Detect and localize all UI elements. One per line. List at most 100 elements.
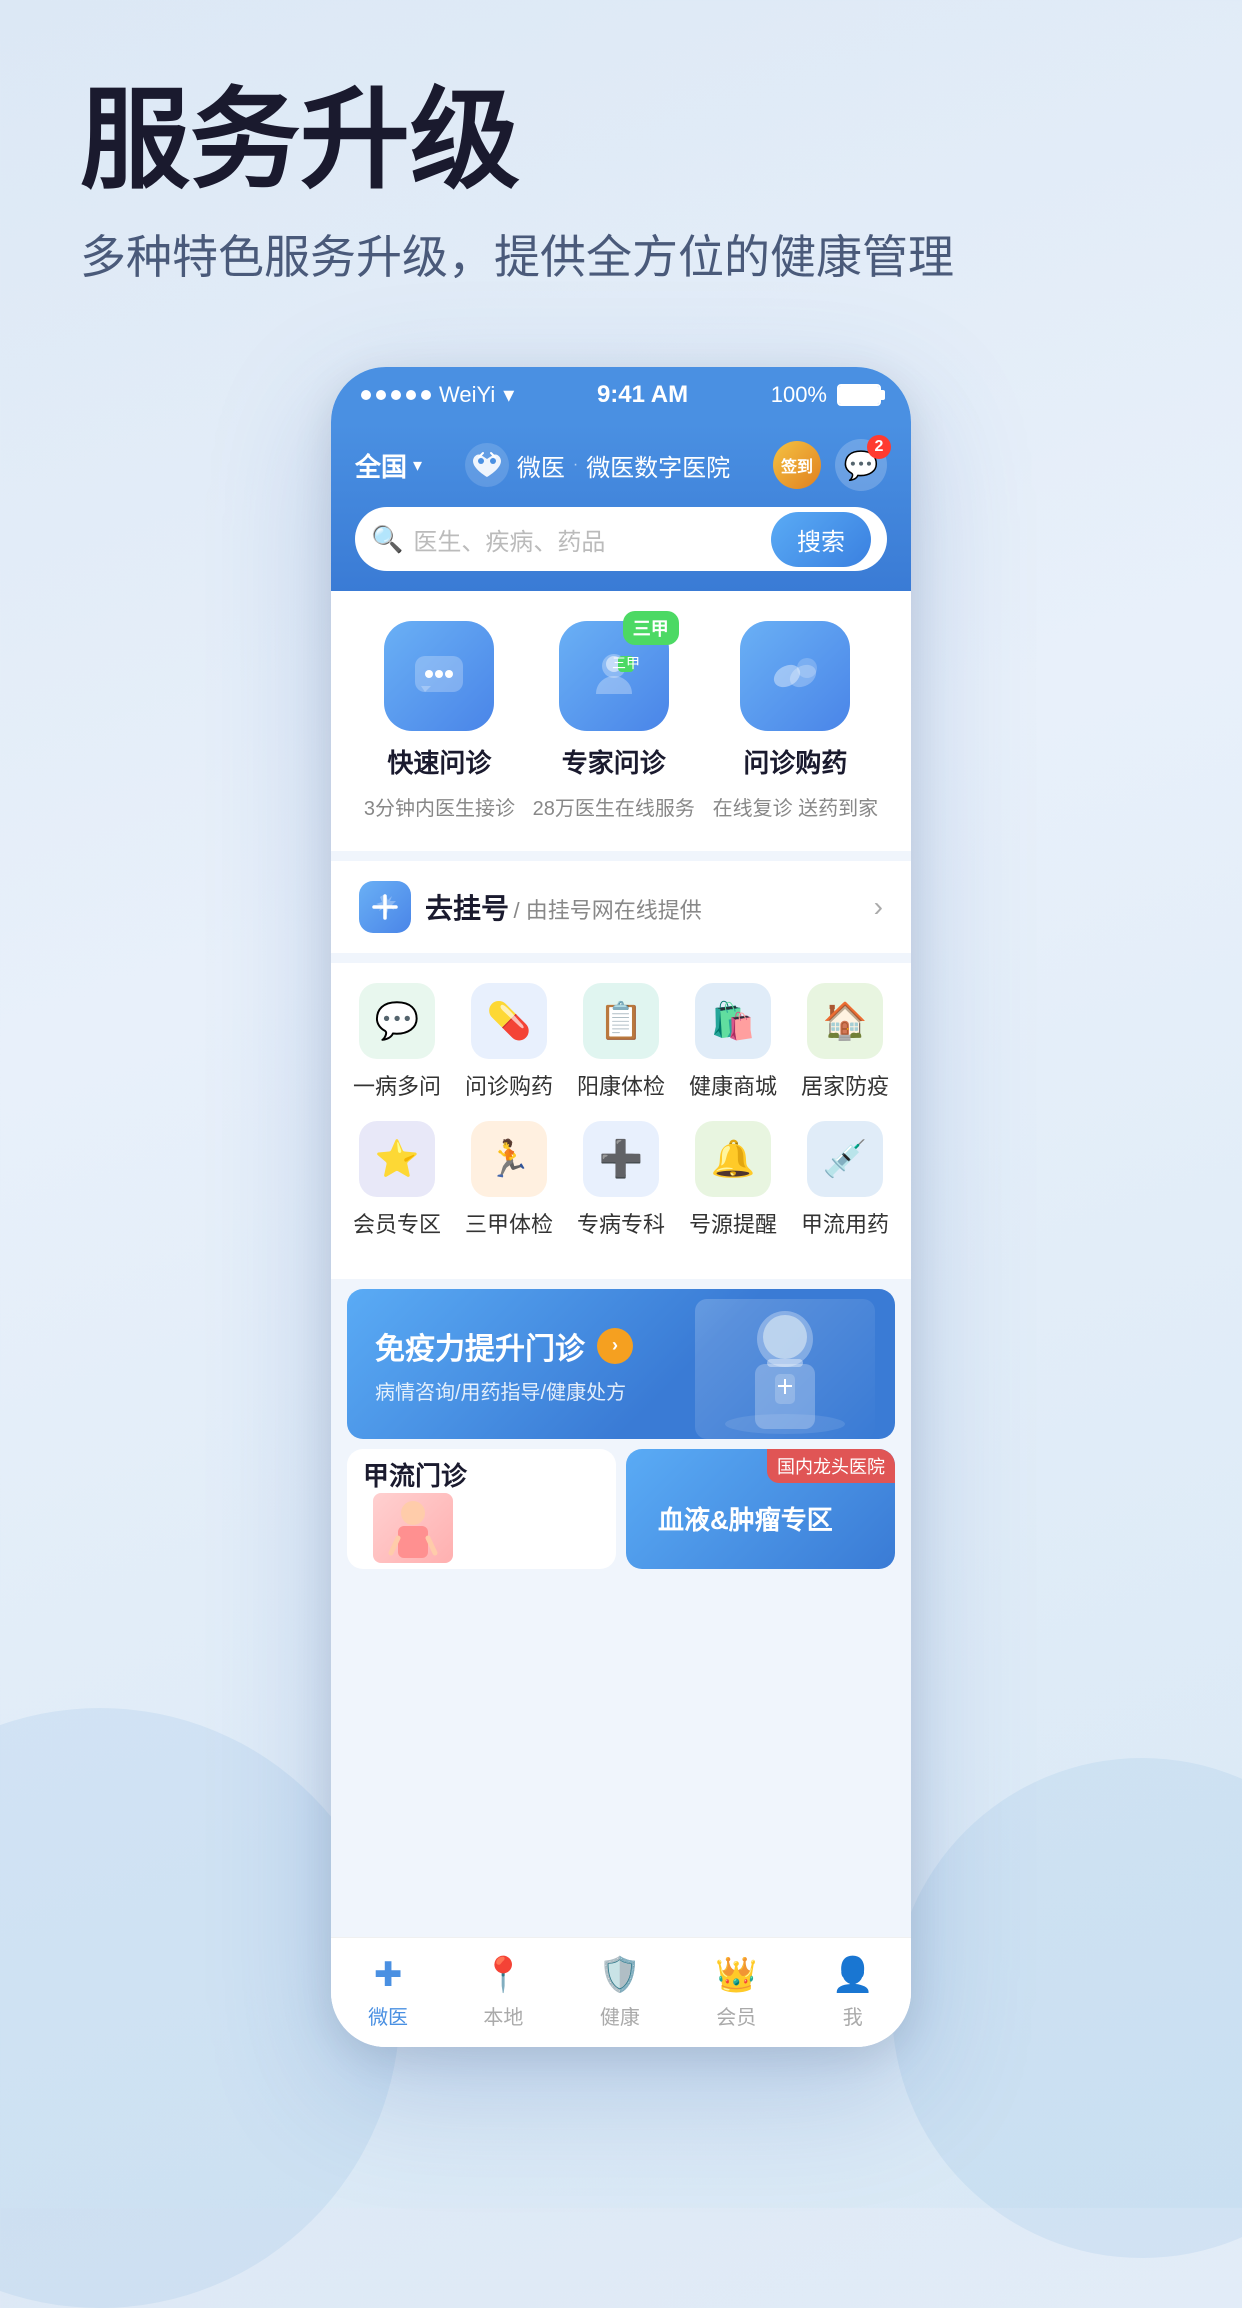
nav-item-local[interactable]: 📍 本地: [482, 1955, 524, 2030]
health-nav-icon: 🛡️: [599, 1955, 641, 1995]
message-button[interactable]: 💬 2: [835, 439, 887, 491]
local-nav-icon: 📍: [482, 1955, 524, 1995]
blood-tumor-title: 血液&肿瘤专区: [642, 1484, 849, 1553]
menu-item-multi-consult[interactable]: 💬 一病多问: [341, 983, 453, 1101]
location-arrow-icon: ▾: [413, 455, 422, 476]
logo-divider: ·: [573, 456, 578, 474]
signin-coin: 签到: [773, 441, 821, 489]
menu-item-health-check[interactable]: 📋 阳康体检: [565, 983, 677, 1101]
reg-title: 去挂号: [425, 893, 509, 924]
promo-image: [695, 1299, 875, 1439]
reg-icon: [359, 881, 411, 933]
menu-item-slot-reminder[interactable]: 🔔 号源提醒: [677, 1121, 789, 1239]
reg-arrow-icon: ›: [874, 891, 883, 923]
multi-consult-label: 一病多问: [353, 1069, 441, 1101]
home-nav-icon: ✚: [374, 1955, 403, 1995]
menu-item-grade-check[interactable]: 🏃 三甲体检: [453, 1121, 565, 1239]
quick-consult-icon: [384, 621, 494, 731]
nav-item-member[interactable]: 👑 会员: [715, 1955, 757, 2030]
battery-percent: 100%: [771, 382, 827, 408]
pill-icon-svg: [767, 648, 823, 704]
signal-dot: [421, 390, 431, 400]
header-right: 签到 💬 2: [773, 439, 887, 491]
local-nav-label: 本地: [483, 2001, 523, 2030]
search-button[interactable]: 搜索: [771, 512, 871, 567]
bottom-nav: ✚ 微医 📍 本地 🛡️ 健康 👑 会员 👤 我: [331, 1937, 911, 2047]
multi-consult-icon: 💬: [359, 983, 435, 1059]
flu-medicine-icon: 💉: [807, 1121, 883, 1197]
expert-consult-name: 专家问诊: [562, 743, 666, 780]
consult-drug-icon: 💊: [471, 983, 547, 1059]
pharmacy-name: 问诊购药: [743, 743, 847, 780]
quick-consult-desc: 3分钟内医生接诊: [364, 792, 515, 821]
search-placeholder: 医生、疾病、药品: [413, 522, 771, 557]
promo-left: 免疫力提升门诊 › 病情咨询/用药指导/健康处方: [375, 1324, 633, 1405]
flu-image: [373, 1493, 453, 1563]
signal-dot: [376, 390, 386, 400]
service-expert-consult[interactable]: 三甲 三甲 专家问诊 28万医生在线服务: [533, 621, 695, 821]
promo-arrow-btn: ›: [597, 1328, 633, 1364]
signal-dot: [361, 390, 371, 400]
registration-banner[interactable]: 去挂号 / 由挂号网在线提供 ›: [331, 861, 911, 953]
menu-item-consult-drug[interactable]: 💊 问诊购药: [453, 983, 565, 1101]
signin-button[interactable]: 签到: [773, 441, 821, 489]
scrollable-content: 快速问诊 3分钟内医生接诊 三甲: [331, 591, 911, 1937]
me-nav-icon: 👤: [832, 1955, 874, 1995]
service-icon-wrap-3: [740, 621, 850, 731]
card-blood-tumor[interactable]: 血液&肿瘤专区 国内龙头医院: [626, 1449, 895, 1569]
search-bar[interactable]: 🔍 医生、疾病、药品 搜索: [355, 507, 887, 571]
menu-item-vip[interactable]: ⭐ 会员专区: [341, 1121, 453, 1239]
menu-item-home-prevention[interactable]: 🏠 居家防疫: [789, 983, 901, 1101]
signal-dot: [391, 390, 401, 400]
doctor-icon-svg: 三甲: [586, 648, 642, 704]
phone-screen: WeiYi ▾ 9:41 AM 100% 全国: [331, 367, 911, 2047]
header-top: 全国 ▾ 微医: [355, 439, 887, 491]
battery-fill: [839, 386, 879, 404]
promo-banner[interactable]: 免疫力提升门诊 › 病情咨询/用药指导/健康处方: [347, 1289, 895, 1439]
vip-label: 会员专区: [353, 1207, 441, 1239]
consult-drug-label: 问诊购药: [465, 1069, 553, 1101]
pharmacy-icon: [740, 621, 850, 731]
grade-check-label: 三甲体检: [465, 1207, 553, 1239]
phone-frame: WeiYi ▾ 9:41 AM 100% 全国: [331, 367, 911, 2047]
service-quick-consult[interactable]: 快速问诊 3分钟内医生接诊: [364, 621, 515, 821]
status-time: 9:41 AM: [597, 381, 688, 409]
message-badge: 2: [867, 435, 891, 459]
menu-item-specialist[interactable]: ➕ 专病专科: [565, 1121, 677, 1239]
page-header: 服务升级 多种特色服务升级，提供全方位的健康管理: [0, 0, 1242, 327]
plus-icon-svg: [370, 892, 400, 922]
logo-svg: [465, 443, 509, 487]
location-button[interactable]: 全国 ▾: [355, 447, 422, 484]
card-tag: 国内龙头医院: [767, 1449, 895, 1483]
specialist-label: 专病专科: [577, 1207, 665, 1239]
status-bar: WeiYi ▾ 9:41 AM 100%: [331, 367, 911, 423]
nav-item-health[interactable]: 🛡️ 健康: [599, 1955, 641, 2030]
home-prevention-label: 居家防疫: [801, 1069, 889, 1101]
app-logo: 微医 · 微医数字医院: [465, 443, 730, 487]
doctor-illustration: [705, 1304, 865, 1434]
quick-services: 快速问诊 3分钟内医生接诊 三甲: [331, 591, 911, 851]
location-text: 全国: [355, 447, 407, 484]
nav-item-home[interactable]: ✚ 微医: [368, 1955, 408, 2030]
health-check-label: 阳康体检: [577, 1069, 665, 1101]
menu-row-2: ⭐ 会员专区 🏃 三甲体检 ➕ 专病专科 🔔: [341, 1121, 901, 1239]
cards-row: 甲流门诊 血液&肿瘤专区: [347, 1449, 895, 1569]
specialist-icon: ➕: [583, 1121, 659, 1197]
signal-dot: [406, 390, 416, 400]
menu-row-1: 💬 一病多问 💊 问诊购药 📋 阳康体检 🛍️: [341, 983, 901, 1101]
menu-item-flu-medicine[interactable]: 💉 甲流用药: [789, 1121, 901, 1239]
service-icon-wrap-2: 三甲 三甲: [559, 621, 669, 731]
menu-item-health-mall[interactable]: 🛍️ 健康商城: [677, 983, 789, 1101]
home-nav-label: 微医: [368, 2001, 408, 2030]
service-pharmacy[interactable]: 问诊购药 在线复诊 送药到家: [713, 621, 879, 821]
nav-item-me[interactable]: 👤 我: [832, 1955, 874, 2030]
battery-icon: [837, 384, 881, 406]
signal-dots: [361, 390, 431, 400]
carrier-name: WeiYi: [439, 382, 495, 408]
vip-icon: ⭐: [359, 1121, 435, 1197]
svg-text:三甲: 三甲: [612, 655, 640, 671]
card-flu-clinic[interactable]: 甲流门诊: [347, 1449, 616, 1569]
flu-medicine-label: 甲流用药: [801, 1207, 889, 1239]
app-header-inner: 全国 ▾ 微医: [331, 423, 911, 591]
health-mall-label: 健康商城: [689, 1069, 777, 1101]
